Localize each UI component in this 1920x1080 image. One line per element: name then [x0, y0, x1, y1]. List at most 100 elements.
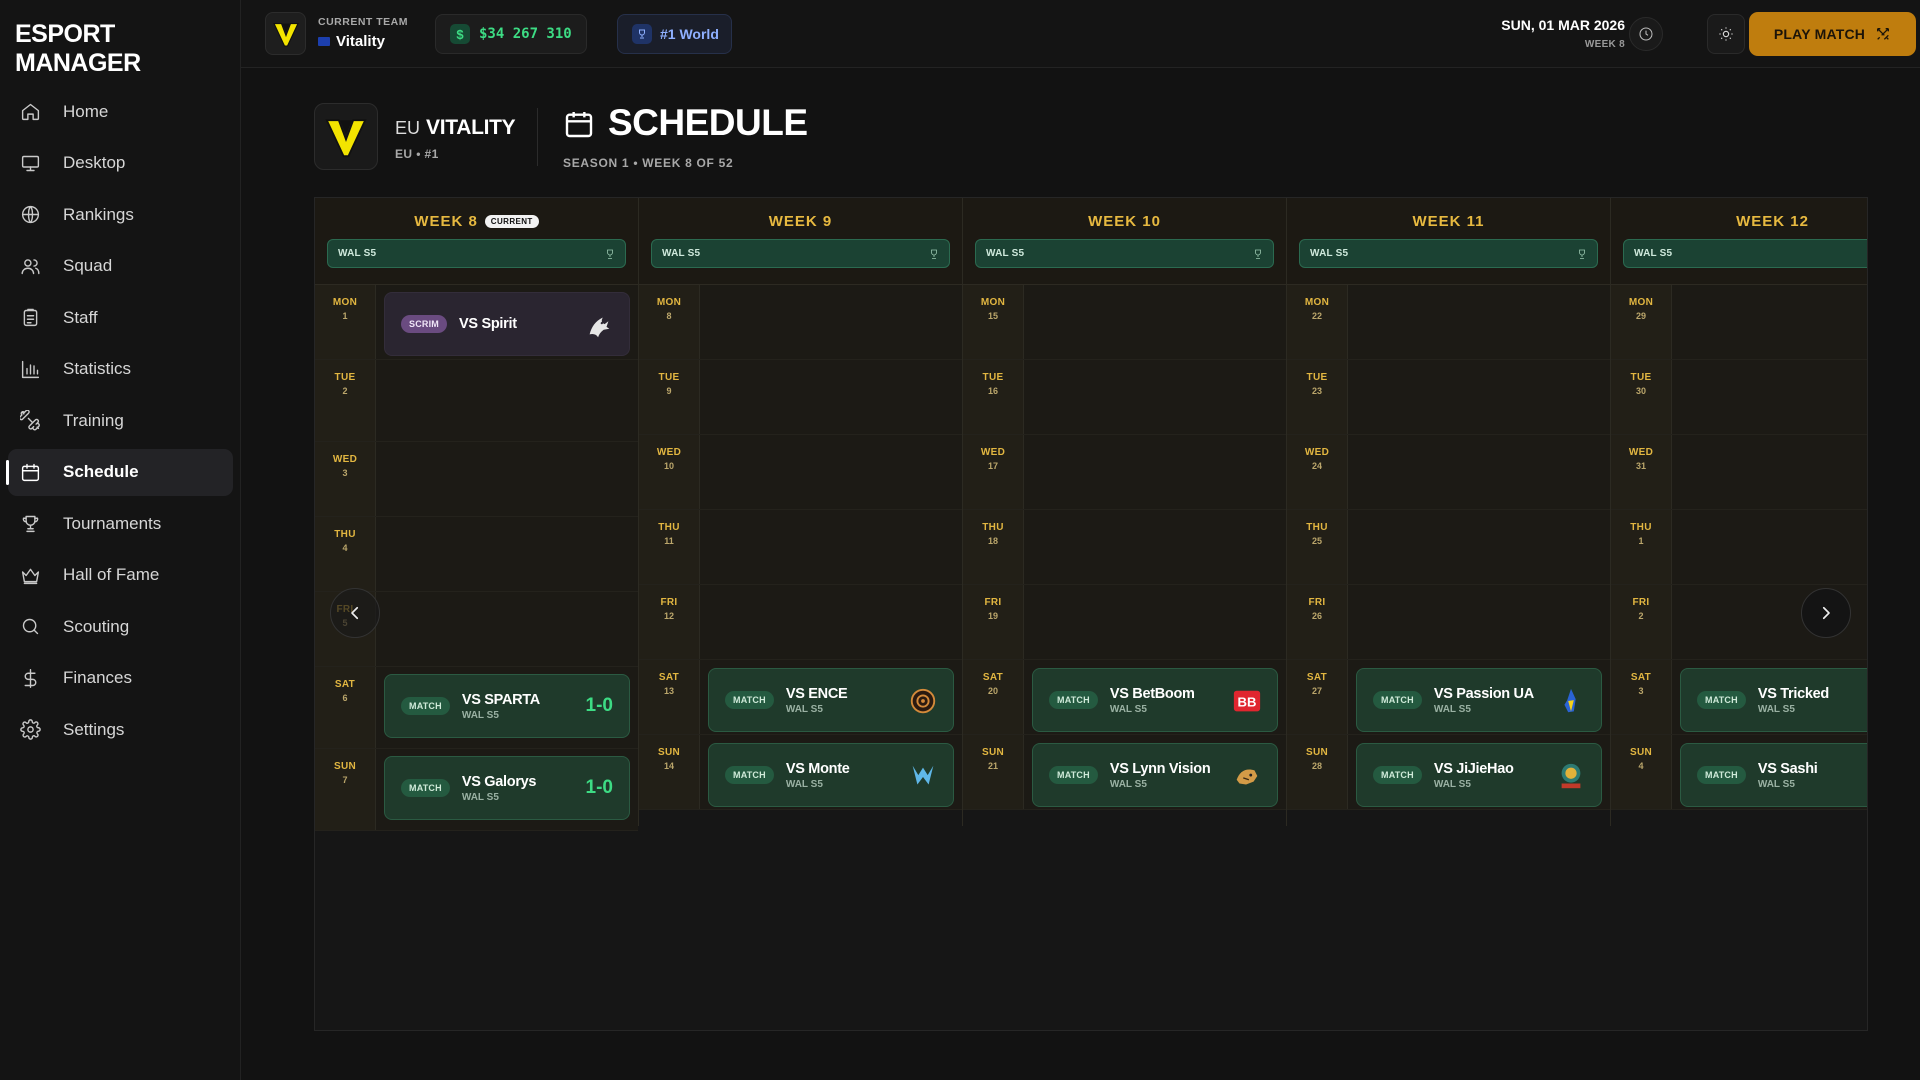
- week-title-text: WEEK 12: [1736, 213, 1809, 230]
- match-card[interactable]: MATCH VS Lynn Vision WAL S5: [1032, 743, 1278, 807]
- day-number: 21: [987, 761, 998, 771]
- day-cell[interactable]: MATCH VS Galorys WAL S5 1-0: [376, 749, 638, 830]
- match-card[interactable]: MATCH VS Monte WAL S5: [708, 743, 954, 807]
- sidebar-item-settings[interactable]: Settings: [8, 706, 233, 753]
- sidebar-item-training[interactable]: Training: [8, 397, 233, 444]
- event-text: VS Monte WAL S5: [786, 761, 850, 790]
- day-cell[interactable]: [1348, 585, 1610, 659]
- event-type-tag: MATCH: [725, 691, 774, 709]
- day-cell[interactable]: MATCH VS Lynn Vision WAL S5: [1024, 735, 1286, 809]
- opponent-logo-icon: [583, 309, 615, 341]
- team-name: VITALITY: [426, 116, 516, 139]
- match-card[interactable]: MATCH VS Tricked WAL S5: [1680, 668, 1867, 732]
- tournament-pill[interactable]: WAL S5: [651, 239, 950, 268]
- sidebar-item-hall-of-fame[interactable]: Hall of Fame: [8, 552, 233, 599]
- day-cell[interactable]: [1024, 285, 1286, 359]
- day-cell[interactable]: [1348, 360, 1610, 434]
- day-cell[interactable]: [1348, 285, 1610, 359]
- day-label: SAT 13: [639, 660, 700, 734]
- sidebar-item-tournaments[interactable]: Tournaments: [8, 500, 233, 547]
- sidebar-item-squad[interactable]: Squad: [8, 243, 233, 290]
- next-week-button[interactable]: [1801, 588, 1851, 638]
- sidebar-item-label: Hall of Fame: [63, 565, 160, 584]
- tournament-pill[interactable]: WAL S5: [975, 239, 1274, 268]
- day-name: THU: [1306, 522, 1328, 533]
- day-cell[interactable]: MATCH VS BetBoom WAL S5 BB: [1024, 660, 1286, 734]
- opponent-name: VS Monte: [785, 760, 850, 777]
- day-cell[interactable]: MATCH VS Monte WAL S5: [700, 735, 962, 809]
- match-card[interactable]: MATCH VS Galorys WAL S5 1-0: [384, 756, 630, 820]
- day-cell[interactable]: [1348, 435, 1610, 509]
- week-column: WEEK 12 WAL S5 MON 29 TUE 30 WED 31 THU 1 FRI 2 SAT 3…: [1611, 198, 1867, 826]
- sidebar-item-home[interactable]: Home: [8, 88, 233, 135]
- day-cell[interactable]: MATCH VS ENCE WAL S5: [700, 660, 962, 734]
- sidebar-item-statistics[interactable]: Statistics: [8, 346, 233, 393]
- sidebar-item-label: Home: [63, 101, 109, 121]
- opponent-name: VS ENCE: [785, 685, 848, 702]
- day-row: FRI 12: [639, 585, 962, 660]
- day-row: SAT 20 MATCH VS BetBoom WAL S5 BB: [963, 660, 1286, 735]
- day-cell[interactable]: MATCH VS Tricked WAL S5: [1672, 660, 1867, 734]
- day-cell[interactable]: [376, 517, 638, 591]
- day-label: MON 22: [1287, 285, 1348, 359]
- day-cell[interactable]: [1672, 510, 1867, 584]
- day-label: MON 8: [639, 285, 700, 359]
- day-cell[interactable]: [376, 360, 638, 441]
- team-logo-small[interactable]: [265, 12, 306, 55]
- day-label: THU 4: [315, 517, 376, 591]
- tournament-pill[interactable]: WAL S5: [327, 239, 626, 268]
- match-card[interactable]: MATCH VS Passion UA WAL S5: [1356, 668, 1602, 732]
- league-name: WAL S5: [1433, 778, 1471, 790]
- sidebar-item-scouting[interactable]: Scouting: [8, 603, 233, 650]
- day-cell[interactable]: [1024, 585, 1286, 659]
- match-card[interactable]: MATCH VS ENCE WAL S5: [708, 668, 954, 732]
- tournament-pill[interactable]: WAL S5: [1299, 239, 1598, 268]
- day-cell[interactable]: [700, 435, 962, 509]
- sidebar-item-label: Settings: [63, 719, 125, 739]
- sidebar-item-staff[interactable]: Staff: [8, 294, 233, 341]
- theme-toggle-button[interactable]: [1707, 14, 1745, 54]
- day-cell[interactable]: [700, 510, 962, 584]
- day-cell[interactable]: MATCH VS Sashi WAL S5: [1672, 735, 1867, 809]
- play-match-button[interactable]: PLAY MATCH: [1749, 12, 1916, 56]
- day-cell[interactable]: SCRIM VS Spirit: [376, 285, 638, 359]
- monitor-icon: [19, 152, 41, 174]
- day-cell[interactable]: [376, 442, 638, 516]
- current-team-name: Vitality: [318, 33, 385, 50]
- day-cell[interactable]: [1024, 435, 1286, 509]
- tournament-pill[interactable]: WAL S5: [1623, 239, 1867, 268]
- day-cell[interactable]: [1024, 360, 1286, 434]
- day-label: THU 1: [1611, 510, 1672, 584]
- league-name: WAL S5: [785, 778, 823, 790]
- sidebar-item-finances[interactable]: Finances: [8, 655, 233, 702]
- clock-button[interactable]: [1629, 17, 1663, 51]
- match-card[interactable]: MATCH VS Sashi WAL S5: [1680, 743, 1867, 807]
- day-cell[interactable]: [1024, 510, 1286, 584]
- day-cell[interactable]: [376, 592, 638, 666]
- sidebar-item-desktop[interactable]: Desktop: [8, 140, 233, 187]
- day-cell[interactable]: MATCH VS SPARTA WAL S5 1-0: [376, 667, 638, 748]
- scrim-card[interactable]: SCRIM VS Spirit: [384, 292, 630, 356]
- day-cell[interactable]: [1672, 360, 1867, 434]
- day-row: SAT 6 MATCH VS SPARTA WAL S5 1-0: [315, 667, 638, 749]
- week-title-text: WEEK 11: [1412, 213, 1485, 230]
- crown-icon: [19, 564, 41, 586]
- sidebar-item-rankings[interactable]: Rankings: [8, 191, 233, 238]
- match-card[interactable]: MATCH VS SPARTA WAL S5 1-0: [384, 674, 630, 738]
- day-cell[interactable]: [1672, 435, 1867, 509]
- day-cell[interactable]: [1672, 285, 1867, 359]
- match-card[interactable]: MATCH VS JiJieHao WAL S5: [1356, 743, 1602, 807]
- day-cell[interactable]: MATCH VS Passion UA WAL S5: [1348, 660, 1610, 734]
- day-cell[interactable]: [1348, 510, 1610, 584]
- day-cell[interactable]: [700, 360, 962, 434]
- users-icon: [19, 255, 41, 277]
- day-label: FRI 19: [963, 585, 1024, 659]
- prev-week-button[interactable]: [330, 588, 380, 638]
- day-cell[interactable]: MATCH VS JiJieHao WAL S5: [1348, 735, 1610, 809]
- week-title-text: WEEK 10: [1088, 213, 1161, 230]
- day-cell[interactable]: [700, 585, 962, 659]
- match-card[interactable]: MATCH VS BetBoom WAL S5 BB: [1032, 668, 1278, 732]
- trophy-icon: [931, 249, 937, 259]
- day-cell[interactable]: [700, 285, 962, 359]
- sidebar-item-schedule[interactable]: Schedule: [6, 448, 233, 496]
